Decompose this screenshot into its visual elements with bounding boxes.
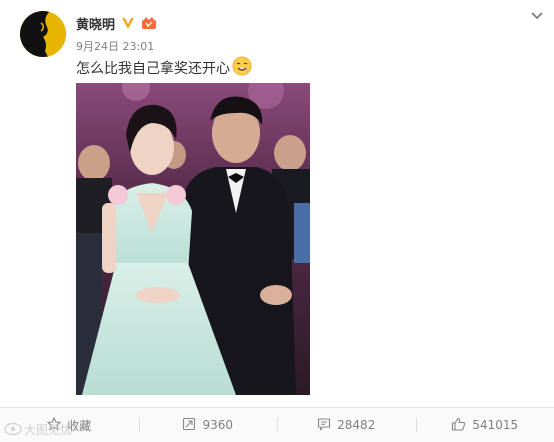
star-icon [47, 417, 61, 434]
action-bar: 收藏 9360 28482 [0, 407, 554, 442]
chevron-down-icon[interactable] [530, 9, 544, 23]
post-text: 怎么比我自己拿奖还开心 [76, 58, 230, 78]
grin-emoji-icon [232, 56, 252, 80]
comment-count: 28482 [337, 418, 375, 432]
post-photo[interactable] [76, 83, 310, 395]
repost-button[interactable]: 9360 [139, 408, 278, 442]
repost-count: 9360 [202, 418, 233, 432]
author-avatar[interactable] [20, 11, 66, 57]
comment-button[interactable]: 28482 [277, 408, 416, 442]
comment-icon [317, 417, 331, 434]
post-timestamp[interactable]: 9月24日 23:01 [76, 38, 154, 54]
like-button[interactable]: 541015 [416, 408, 554, 442]
thumbs-up-icon [451, 417, 466, 434]
author-name[interactable]: 黄晓明 [76, 14, 115, 33]
favorite-button[interactable]: 收藏 [0, 408, 139, 442]
post-content: 怎么比我自己拿奖还开心 [76, 57, 252, 79]
couple-photo-image [76, 83, 310, 395]
verified-v-icon[interactable] [121, 17, 135, 30]
author-name-row: 黄晓明 [76, 13, 157, 33]
repost-icon [182, 417, 196, 434]
avatar-silhouette-icon [20, 11, 66, 57]
like-count: 541015 [472, 418, 518, 432]
favorite-label: 收藏 [67, 417, 91, 434]
weibo-post-card: 黄晓明 9月24日 23:01 怎么比我自己拿奖还开心 [0, 0, 554, 441]
member-crown-icon[interactable] [141, 16, 157, 30]
